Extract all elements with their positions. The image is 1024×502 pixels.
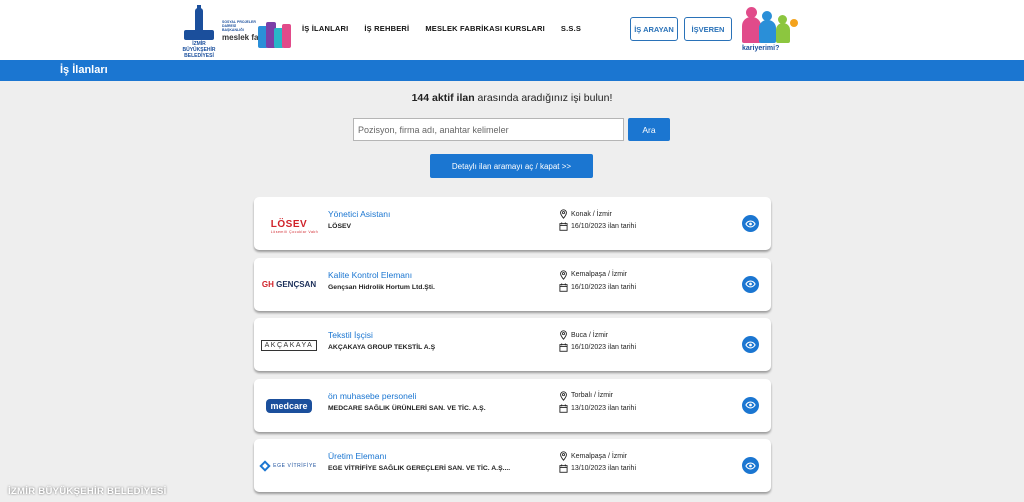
job-location: Torbalı / İzmir bbox=[559, 390, 613, 401]
watermark: İZMİR BÜYÜKŞEHİR BELEDİYESİ bbox=[8, 486, 167, 497]
meslek-fabrikasi-logo[interactable]: SOSYAL PROJELER DAİRESİ BAŞKANLIĞI mesle… bbox=[222, 20, 294, 54]
job-location: Konak / İzmir bbox=[559, 209, 612, 219]
company-name: Gençsan Hidrolik Hortum Ltd.Şti. bbox=[328, 283, 435, 291]
view-listing-button[interactable] bbox=[742, 215, 759, 232]
nav-job-guide[interactable]: İŞ REHBERİ bbox=[364, 24, 409, 38]
company-logo: medcare bbox=[258, 389, 320, 423]
job-listing-card[interactable]: AKÇAKAYA Tekstil İşçisi AKÇAKAYA GROUP T… bbox=[254, 318, 771, 371]
eye-icon bbox=[745, 280, 756, 288]
job-title[interactable]: Kalite Kontrol Elemanı bbox=[328, 270, 412, 280]
map-pin-icon bbox=[560, 451, 567, 461]
job-title[interactable]: Tekstil İşçisi bbox=[328, 330, 373, 340]
company-logo: GH GENÇSAN bbox=[261, 280, 317, 289]
company-name: MEDCARE SAĞLIK ÜRÜNLERİ SAN. VE TİC. A.Ş… bbox=[328, 404, 486, 412]
job-listings: LÖSEV Lösemili Çocuklar Vakfı Yönetici As… bbox=[254, 197, 772, 500]
kariyerimiz-logo-text: kariyerimi? bbox=[742, 45, 780, 52]
company-logo: EGE VİTRİFİYE bbox=[258, 449, 320, 483]
job-listing-card[interactable]: medcare ön muhasebe personeli MEDCARE SA… bbox=[254, 378, 771, 432]
posting-date: 16/10/2023 ilan tarihi bbox=[559, 282, 636, 292]
main-nav: İŞ İLANLARI İŞ REHBERİ MESLEK FABRİKASI … bbox=[302, 24, 597, 38]
calendar-icon bbox=[559, 403, 568, 413]
nav-faq[interactable]: S.S.S bbox=[561, 24, 581, 38]
eye-icon bbox=[745, 220, 756, 227]
job-title[interactable]: Üretim Elemanı bbox=[328, 451, 387, 461]
view-listing-button[interactable] bbox=[742, 396, 759, 414]
view-listing-button[interactable] bbox=[742, 457, 759, 474]
job-title[interactable]: ön muhasebe personeli bbox=[328, 391, 416, 401]
employer-button[interactable]: İŞVEREN bbox=[684, 17, 732, 41]
company-name: LÖSEV bbox=[328, 223, 352, 230]
search-input[interactable] bbox=[353, 118, 624, 141]
search-button[interactable]: Ara bbox=[628, 118, 670, 141]
headline-text: arasında aradığınız işi bulun! bbox=[474, 92, 613, 104]
calendar-icon bbox=[559, 464, 568, 473]
izmir-municipality-logo[interactable]: İZMİR BÜYÜKŞEHİR BELEDİYESİ bbox=[178, 5, 220, 59]
company-logo: LÖSEV Lösemili Çocuklar Vakfı bbox=[270, 218, 319, 234]
company-name: AKÇAKAYA GROUP TEKSTİL A.Ş bbox=[328, 344, 436, 351]
izmir-logo-text: İZMİR BÜYÜKŞEHİR BELEDİYESİ bbox=[182, 41, 216, 59]
map-pin-icon bbox=[560, 330, 567, 340]
nav-job-listings[interactable]: İŞ İLANLARI bbox=[302, 24, 348, 38]
page-title-bar: İş İlanları bbox=[0, 60, 1024, 81]
company-logo: AKÇAKAYA bbox=[258, 328, 320, 362]
kariyerimiz-logo[interactable]: kariyerimi? bbox=[740, 5, 804, 55]
job-listing-card[interactable]: GH GENÇSAN Kalite Kontrol Elemanı Gençsa… bbox=[254, 257, 771, 311]
view-listing-button[interactable] bbox=[742, 336, 759, 353]
mf-logo-small-text: SOSYAL PROJELER DAİRESİ BAŞKANLIĞI bbox=[222, 20, 256, 32]
site-header: İZMİR BÜYÜKŞEHİR BELEDİYESİ SOSYAL PROJE… bbox=[0, 0, 1024, 60]
calendar-icon bbox=[559, 222, 568, 231]
mf-logo-art bbox=[258, 22, 292, 50]
map-pin-icon bbox=[560, 269, 567, 280]
job-title[interactable]: Yönetici Asistanı bbox=[328, 209, 390, 219]
active-listing-count: 144 aktif ilan bbox=[411, 92, 475, 104]
posting-date: 16/10/2023 ilan tarihi bbox=[559, 343, 636, 352]
map-pin-icon bbox=[560, 209, 567, 219]
calendar-icon bbox=[559, 343, 568, 352]
nav-courses[interactable]: MESLEK FABRİKASI KURSLARI bbox=[425, 24, 545, 38]
job-listing-card[interactable]: LÖSEV Lösemili Çocuklar Vakfı Yönetici As… bbox=[254, 197, 771, 250]
eye-icon bbox=[745, 401, 756, 409]
job-location: Kemalpaşa / İzmir bbox=[559, 269, 627, 280]
posting-date: 13/10/2023 ilan tarihi bbox=[559, 403, 636, 413]
eye-icon bbox=[745, 341, 756, 348]
posting-date: 13/10/2023 ilan tarihi bbox=[559, 464, 636, 473]
eye-icon bbox=[745, 462, 756, 469]
search-headline: 144 aktif ilan arasında aradığınız işi b… bbox=[0, 92, 1024, 104]
job-location: Buca / İzmir bbox=[559, 330, 608, 340]
view-listing-button[interactable] bbox=[742, 275, 759, 293]
page-title: İş İlanları bbox=[60, 64, 108, 76]
map-pin-icon bbox=[560, 390, 567, 401]
posting-date: 16/10/2023 ilan tarihi bbox=[559, 222, 636, 231]
job-listing-card[interactable]: EGE VİTRİFİYE Üretim Elemanı EGE VİTRİFİ… bbox=[254, 439, 771, 492]
job-seeker-button[interactable]: İŞ ARAYAN bbox=[630, 17, 678, 41]
company-name: EGE VİTRİFİYE SAĞLIK GEREÇLERİ SAN. VE T… bbox=[328, 465, 511, 472]
detailed-search-toggle-button[interactable]: Detaylı ilan aramayı aç / kapat >> bbox=[430, 154, 593, 178]
calendar-icon bbox=[559, 282, 568, 292]
job-location: Kemalpaşa / İzmir bbox=[559, 451, 627, 461]
